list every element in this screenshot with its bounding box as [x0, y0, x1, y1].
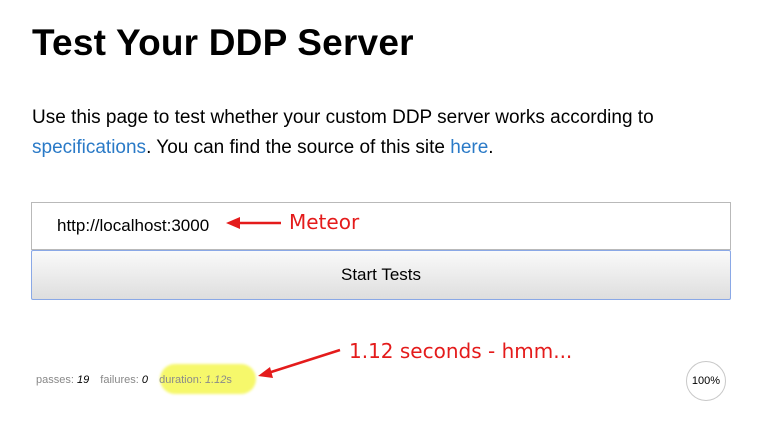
failures-stat: failures: 0 — [100, 374, 149, 386]
page-title: Test Your DDP Server — [32, 22, 414, 63]
specifications-link[interactable]: specifications — [32, 137, 146, 158]
server-url-input[interactable] — [31, 202, 731, 250]
duration-value: 1.12 — [204, 374, 227, 386]
progress-indicator: 100% — [686, 361, 726, 401]
duration-stat: duration: 1.12s — [159, 374, 232, 386]
start-tests-button[interactable]: Start Tests — [31, 250, 731, 300]
passes-count: 19 — [76, 374, 90, 386]
passes-stat: passes: 19 — [36, 374, 90, 386]
meteor-annotation: Meteor — [289, 210, 360, 234]
failures-count: 0 — [141, 374, 149, 386]
duration-annotation: 1.12 seconds - hmm... — [349, 339, 573, 363]
duration-unit: s — [226, 374, 232, 386]
test-stats: passes: 19 failures: 0 duration: 1.12s — [36, 374, 232, 386]
intro-paragraph: Use this page to test whether your custo… — [32, 103, 732, 163]
intro-text-1: Use this page to test whether your custo… — [32, 107, 654, 128]
intro-text-2: . You can find the source of this site — [146, 137, 445, 158]
intro-text-3: . — [488, 137, 494, 158]
source-link[interactable]: here — [450, 137, 488, 158]
seconds-arrow — [258, 348, 341, 378]
